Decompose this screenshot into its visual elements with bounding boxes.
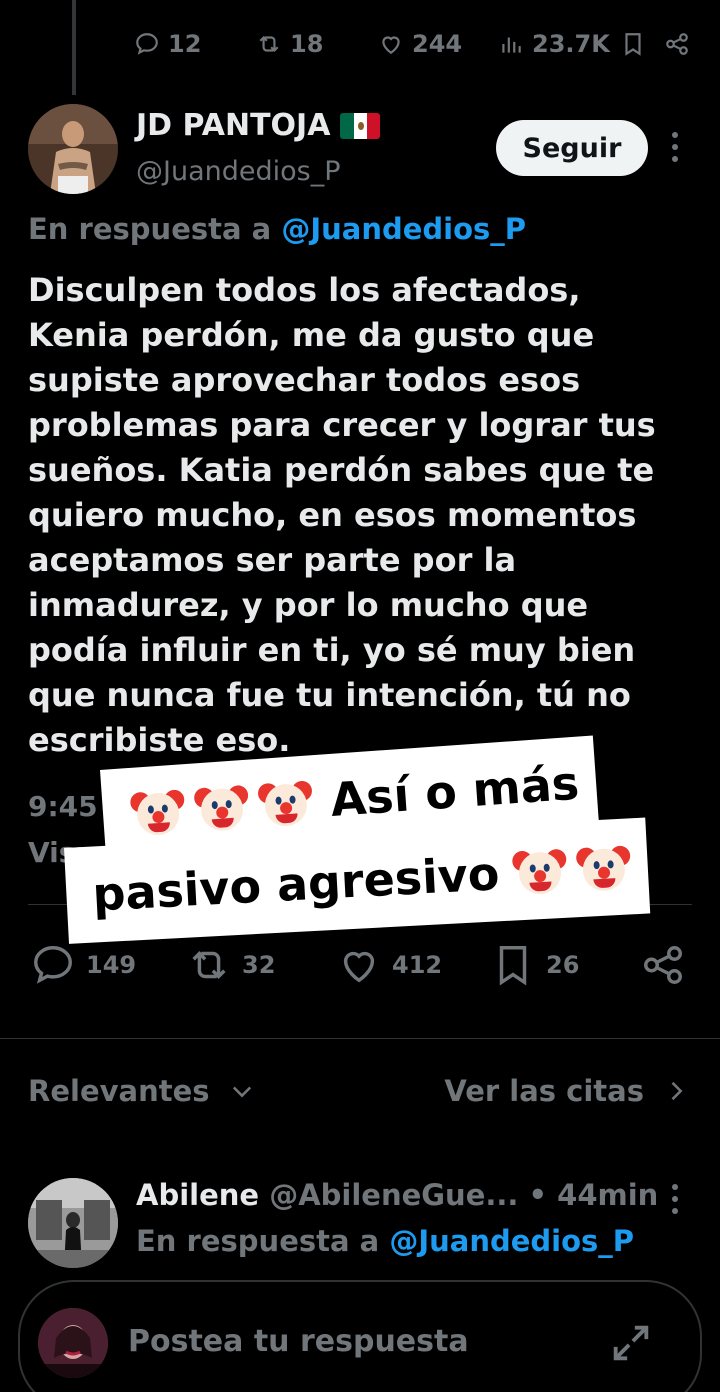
bookmark-icon (625, 33, 641, 56)
reply-time: 44min (557, 1178, 659, 1212)
expand-icon[interactable] (608, 1320, 654, 1366)
reply-item-mention-link[interactable]: @Juandedios_P (389, 1224, 634, 1258)
like-button[interactable]: 412 (336, 942, 442, 988)
clown-face-icon (576, 839, 633, 896)
parent-repost-button[interactable]: 18 (256, 30, 323, 58)
parent-like-button[interactable]: 244 (378, 30, 462, 58)
tweet-detail-screen: 12 18 244 23.7K JD PANTOJA @Juandedios_P… (0, 0, 720, 1392)
more-options-icon[interactable] (664, 132, 686, 166)
repost-icon (259, 35, 279, 53)
share-icon (644, 946, 682, 984)
parent-repost-count: 18 (290, 30, 324, 58)
tweet-text: Disculpen todos los afectados, Kenia per… (28, 271, 656, 759)
author-handle[interactable]: @Juandedios_P (136, 156, 341, 187)
reply-mention-link[interactable]: @Juandedios_P (281, 212, 526, 246)
analytics-icon (502, 37, 521, 53)
divider (0, 1038, 720, 1039)
reply-button[interactable]: 149 (30, 942, 136, 988)
bookmark-button[interactable]: 26 (490, 942, 579, 988)
share-icon (666, 33, 688, 55)
reply-item-context: En respuesta a @Juandedios_P (136, 1224, 634, 1258)
repost-icon (192, 951, 226, 979)
thread-line (72, 0, 76, 95)
repost-button[interactable]: 32 (186, 942, 275, 988)
bookmark-icon (499, 946, 527, 986)
compose-reply-bar[interactable]: Postea tu respuesta (18, 1280, 702, 1392)
tweet-timestamp: 9:45 (28, 790, 98, 823)
share-button[interactable] (640, 942, 686, 988)
clown-face-icon (193, 779, 251, 837)
reply-item-prefix: En respuesta a (136, 1224, 390, 1258)
author-name-text: JD PANTOJA (136, 108, 331, 143)
overlay-text-line2: pasivo agresivo (91, 846, 501, 922)
sort-label: Relevantes (28, 1074, 210, 1108)
current-user-avatar (38, 1308, 108, 1378)
current-user-photo-image (38, 1308, 108, 1378)
reply-author-handle[interactable]: @AbileneGue... (269, 1178, 518, 1212)
reply-icon (136, 33, 158, 55)
tweet-action-bar: 149 32 412 26 (0, 936, 720, 996)
author-photo-image (28, 104, 118, 194)
clown-face-icon (512, 843, 569, 900)
overlay-text-line1: Así o más (328, 755, 581, 827)
reply-author-photo-image (28, 1178, 118, 1268)
parent-bookmark-button[interactable] (620, 31, 646, 57)
parent-views-count: 23.7K (532, 30, 610, 58)
follow-button[interactable]: Seguir (496, 120, 648, 176)
heart-icon (382, 36, 400, 54)
clown-face-icon (257, 774, 315, 832)
reply-more-options-icon[interactable] (664, 1184, 686, 1218)
reply-author-avatar[interactable] (28, 1178, 118, 1268)
parent-tweet-stats: 12 18 244 23.7K (134, 26, 696, 62)
bookmark-count: 26 (546, 951, 580, 979)
compose-placeholder: Postea tu respuesta (128, 1324, 469, 1359)
like-count: 412 (392, 951, 443, 979)
parent-share-button[interactable] (664, 31, 690, 57)
parent-reply-button[interactable]: 12 (134, 30, 201, 58)
reply-header: Abilene @AbileneGue... • 44min (136, 1178, 658, 1212)
parent-like-count: 244 (412, 30, 463, 58)
heart-icon (343, 951, 375, 983)
author-name[interactable]: JD PANTOJA (136, 108, 381, 143)
chevron-right-icon (671, 1081, 683, 1101)
view-quotes-label: Ver las citas (444, 1074, 644, 1108)
chevron-down-icon (232, 1086, 251, 1098)
reply-count: 149 (86, 951, 137, 979)
reply-author-name[interactable]: Abilene (136, 1178, 259, 1212)
relevance-sort-dropdown[interactable]: Relevantes (28, 1074, 256, 1108)
view-quotes-link[interactable]: Ver las citas (444, 1074, 690, 1108)
repost-count: 32 (242, 951, 276, 979)
reply-prefix: En respuesta a (28, 212, 282, 246)
parent-reply-count: 12 (168, 30, 202, 58)
author-avatar[interactable] (28, 104, 118, 194)
mexico-flag-icon (340, 112, 381, 139)
reply-context: En respuesta a @Juandedios_P (28, 212, 526, 246)
parent-views-button[interactable]: 23.7K (498, 30, 610, 58)
reply-icon (34, 946, 72, 984)
separator: • (518, 1178, 558, 1212)
clown-face-icon (129, 783, 187, 841)
